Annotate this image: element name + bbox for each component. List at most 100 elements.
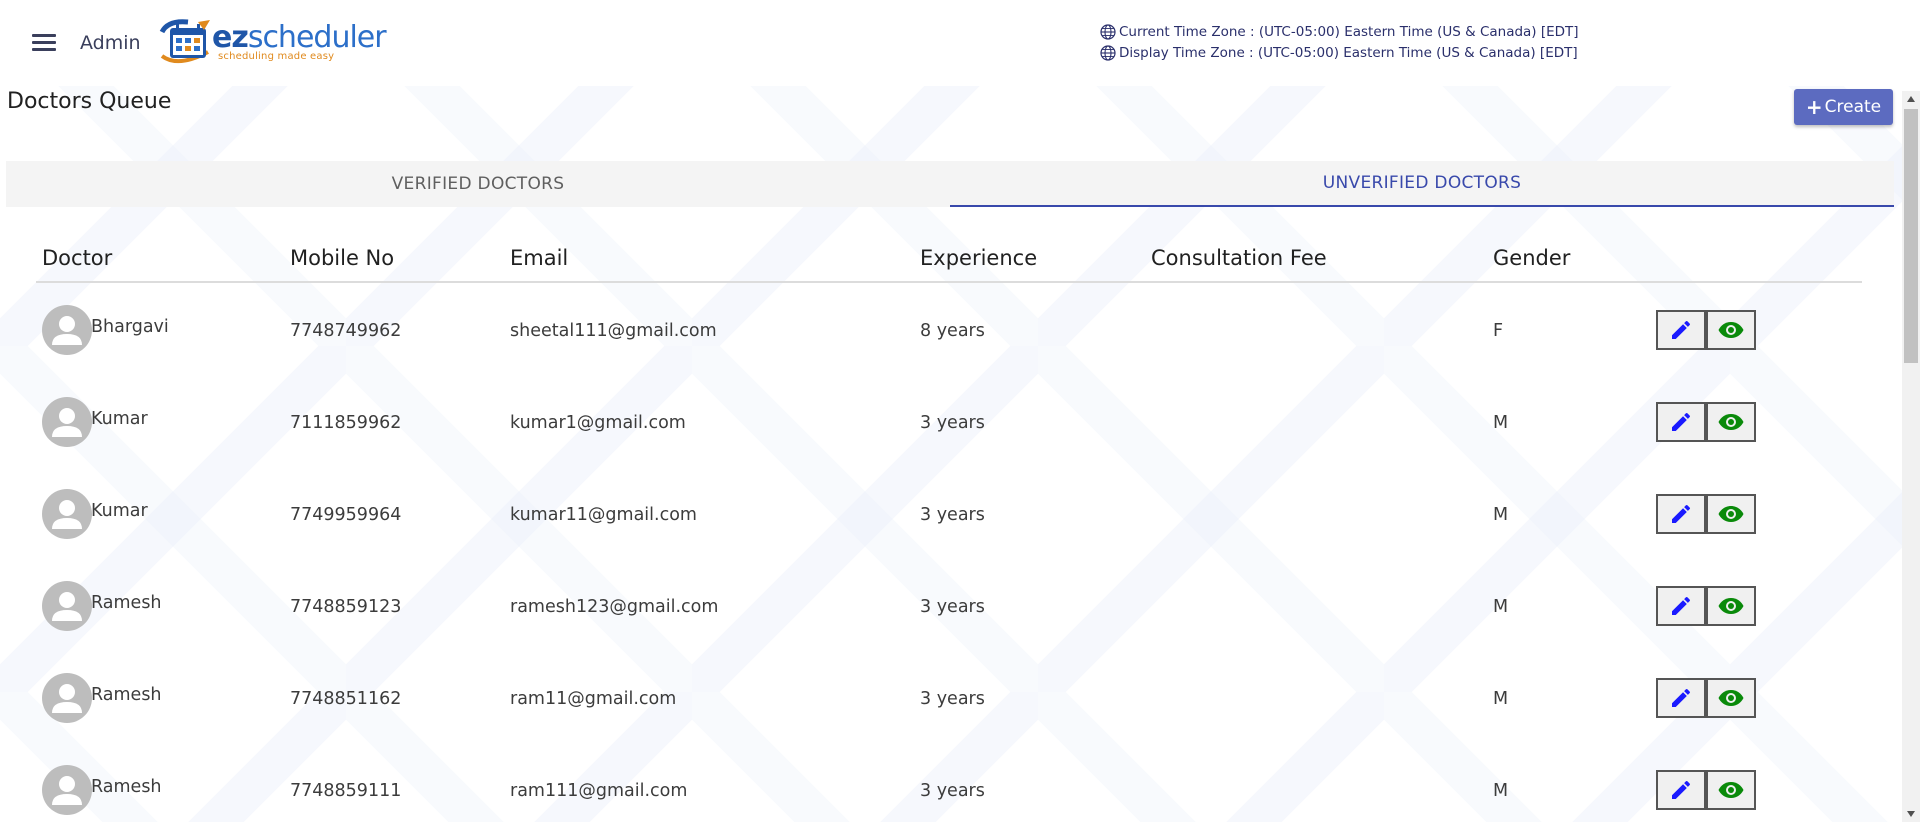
edit-button[interactable] <box>1656 402 1706 442</box>
scroll-down-arrow-icon[interactable] <box>1902 806 1920 822</box>
experience: 3 years <box>920 597 985 617</box>
scroll-up-arrow-icon[interactable] <box>1902 91 1920 107</box>
view-button[interactable] <box>1706 770 1756 810</box>
view-button[interactable] <box>1706 586 1756 626</box>
gender: M <box>1493 689 1509 709</box>
column-header-consultation-fee[interactable]: Consultation Fee <box>1151 246 1327 270</box>
experience: 3 years <box>920 505 985 525</box>
eye-icon <box>1718 414 1744 430</box>
edit-button[interactable] <box>1656 494 1706 534</box>
display-time-zone-text: Display Time Zone : (UTC-05:00) Eastern … <box>1119 45 1578 61</box>
eye-icon <box>1718 322 1744 338</box>
view-button[interactable] <box>1706 310 1756 350</box>
pencil-icon <box>1672 320 1691 339</box>
edit-button[interactable] <box>1656 586 1706 626</box>
menu-icon[interactable] <box>32 34 56 52</box>
gender: M <box>1493 505 1509 525</box>
person-icon <box>42 765 92 815</box>
eye-icon <box>1718 598 1744 614</box>
edit-button[interactable] <box>1656 310 1706 350</box>
person-icon <box>42 581 92 631</box>
column-header-experience[interactable]: Experience <box>920 246 1037 270</box>
person-icon <box>42 397 92 447</box>
mobile-number: 7749959964 <box>290 505 402 525</box>
email: kumar1@gmail.com <box>510 413 686 433</box>
mobile-number: 7748859111 <box>290 781 402 801</box>
ezscheduler-logo[interactable]: ezscheduler scheduling made easy <box>158 18 387 66</box>
mobile-number: 7748851162 <box>290 689 402 709</box>
person-icon <box>42 305 92 355</box>
create-button[interactable]: + Create <box>1794 89 1893 125</box>
gender: M <box>1493 597 1509 617</box>
calendar-logo-icon <box>159 19 210 64</box>
email: sheetal111@gmail.com <box>510 321 717 341</box>
scrollbar-thumb[interactable] <box>1904 109 1918 363</box>
admin-label: Admin <box>80 32 141 54</box>
eye-icon <box>1718 782 1744 798</box>
plus-icon: + <box>1805 95 1823 119</box>
experience: 3 years <box>920 413 985 433</box>
doctor-tabs: VERIFIED DOCTORS UNVERIFIED DOCTORS <box>6 161 1894 207</box>
person-icon <box>42 489 92 539</box>
table-row: Ramesh 7748859123 ramesh123@gmail.com 3 … <box>36 559 1862 651</box>
table-row: Kumar 7749959964 kumar11@gmail.com 3 yea… <box>36 467 1862 559</box>
doctor-name: Ramesh <box>91 593 162 613</box>
email: ram111@gmail.com <box>510 781 688 801</box>
experience: 3 years <box>920 689 985 709</box>
page-scrollbar[interactable] <box>1902 91 1920 822</box>
eye-icon <box>1718 506 1744 522</box>
globe-icon <box>1100 45 1116 61</box>
mobile-number: 7111859962 <box>290 413 402 433</box>
table-header: Doctor Mobile No Email Experience Consul… <box>36 236 1862 283</box>
email: kumar11@gmail.com <box>510 505 697 525</box>
page-title: Doctors Queue <box>7 89 172 114</box>
doctor-name: Kumar <box>91 409 148 429</box>
pencil-icon <box>1672 412 1691 431</box>
person-icon <box>42 673 92 723</box>
table-body: Bhargavi 7748749962 sheetal111@gmail.com… <box>36 283 1862 822</box>
logo-text-scheduler: scheduler <box>247 20 387 55</box>
display-time-zone: Display Time Zone : (UTC-05:00) Eastern … <box>1100 45 1578 61</box>
gender: M <box>1493 413 1509 433</box>
current-time-zone-text: Current Time Zone : (UTC-05:00) Eastern … <box>1119 24 1579 40</box>
email: ram11@gmail.com <box>510 689 677 709</box>
top-bar: Admin ezscheduler scheduling made easy C… <box>0 0 1920 86</box>
experience: 8 years <box>920 321 985 341</box>
view-button[interactable] <box>1706 678 1756 718</box>
column-header-doctor[interactable]: Doctor <box>42 246 112 270</box>
doctor-name: Ramesh <box>91 777 162 797</box>
logo-tagline: scheduling made easy <box>218 51 335 62</box>
mobile-number: 7748749962 <box>290 321 402 341</box>
view-button[interactable] <box>1706 494 1756 534</box>
gender: M <box>1493 781 1509 801</box>
tab-unverified-doctors[interactable]: UNVERIFIED DOCTORS <box>950 161 1894 207</box>
pencil-icon <box>1672 596 1691 615</box>
current-time-zone: Current Time Zone : (UTC-05:00) Eastern … <box>1100 24 1579 40</box>
gender: F <box>1493 321 1504 341</box>
pencil-icon <box>1672 780 1691 799</box>
mobile-number: 7748859123 <box>290 597 402 617</box>
column-header-mobile[interactable]: Mobile No <box>290 246 394 270</box>
doctors-table: Doctor Mobile No Email Experience Consul… <box>36 236 1862 822</box>
doctor-name: Ramesh <box>91 685 162 705</box>
column-header-email[interactable]: Email <box>510 246 568 270</box>
table-row: Ramesh 7748851162 ram11@gmail.com 3 year… <box>36 651 1862 743</box>
view-button[interactable] <box>1706 402 1756 442</box>
logo-text-ez: ez <box>212 20 249 55</box>
table-row: Kumar 7111859962 kumar1@gmail.com 3 year… <box>36 375 1862 467</box>
column-header-gender[interactable]: Gender <box>1493 246 1570 270</box>
tab-verified-doctors[interactable]: VERIFIED DOCTORS <box>6 161 950 207</box>
doctor-name: Kumar <box>91 501 148 521</box>
experience: 3 years <box>920 781 985 801</box>
table-row: Bhargavi 7748749962 sheetal111@gmail.com… <box>36 283 1862 375</box>
table-row: Ramesh 7748859111 ram111@gmail.com 3 yea… <box>36 743 1862 822</box>
doctor-name: Bhargavi <box>91 317 169 337</box>
email: ramesh123@gmail.com <box>510 597 719 617</box>
pencil-icon <box>1672 688 1691 707</box>
edit-button[interactable] <box>1656 678 1706 718</box>
globe-icon <box>1100 24 1116 40</box>
pencil-icon <box>1672 504 1691 523</box>
edit-button[interactable] <box>1656 770 1706 810</box>
eye-icon <box>1718 690 1744 706</box>
create-button-label: Create <box>1824 97 1882 117</box>
